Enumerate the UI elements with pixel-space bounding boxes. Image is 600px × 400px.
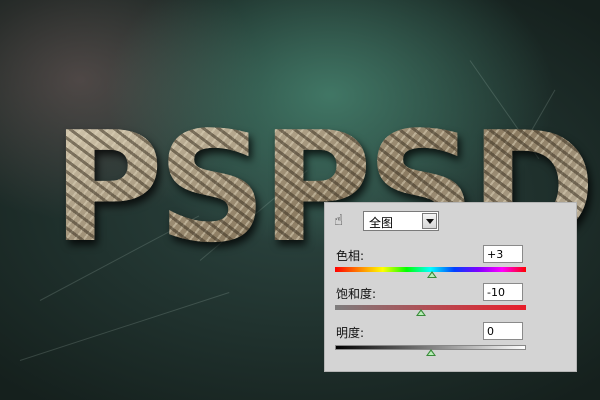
lightness-input[interactable] bbox=[483, 322, 523, 340]
hand-tool-icon[interactable]: ☝ bbox=[334, 211, 352, 229]
lightness-label: 明度: bbox=[336, 326, 365, 340]
lightness-slider-thumb[interactable] bbox=[425, 349, 436, 356]
edit-scope-dropdown[interactable]: 全图 bbox=[363, 211, 439, 231]
saturation-slider-thumb[interactable] bbox=[415, 309, 426, 316]
hue-slider-thumb[interactable] bbox=[427, 271, 438, 278]
chevron-down-icon[interactable] bbox=[422, 213, 437, 229]
hue-label: 色相: bbox=[336, 249, 365, 263]
saturation-input[interactable] bbox=[483, 283, 523, 301]
saturation-label: 饱和度: bbox=[336, 287, 377, 301]
edit-scope-value: 全图 bbox=[369, 216, 394, 230]
hue-input[interactable] bbox=[483, 245, 523, 263]
scratch-decoration bbox=[19, 292, 230, 361]
hue-saturation-panel: ☝ 全图 色相: 饱和度: 明度: bbox=[324, 202, 577, 372]
saturation-slider-track[interactable] bbox=[335, 305, 526, 310]
